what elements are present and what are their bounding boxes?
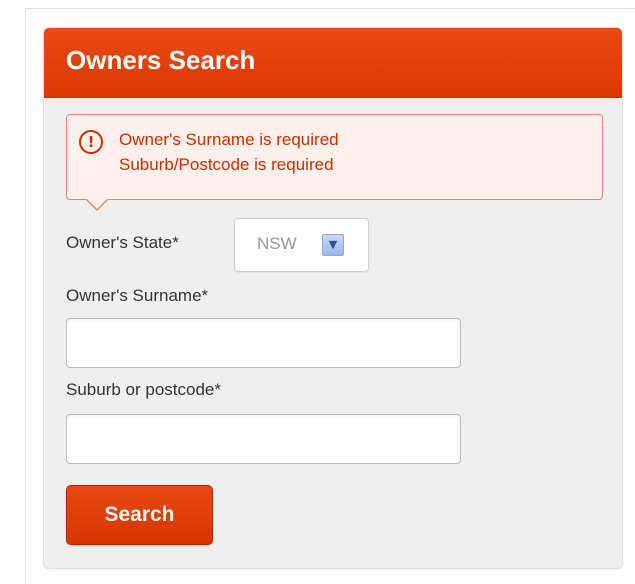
panel-header: Owners Search	[44, 28, 622, 98]
surname-label: Owner's Surname*	[66, 286, 209, 305]
error-summary: ! Owner's Surname is required Suburb/Pos…	[66, 114, 603, 211]
alert-circle-icon: !	[79, 130, 103, 154]
search-button[interactable]: Search	[66, 485, 213, 545]
surname-input[interactable]	[66, 318, 461, 368]
state-label: Owner's State*	[66, 233, 179, 252]
suburb-label: Suburb or postcode*	[66, 380, 221, 399]
state-selected-value: NSW	[257, 234, 297, 253]
error-surname-required: Owner's Surname is required	[119, 130, 339, 149]
state-select[interactable]: NSW ▼	[234, 218, 369, 272]
suburb-postcode-input[interactable]	[66, 414, 461, 464]
panel-title: Owners Search	[66, 45, 256, 75]
chevron-down-icon[interactable]: ▼	[322, 234, 344, 256]
owners-search-panel: Owners Search ! Owner's Surname is requi…	[43, 27, 623, 569]
error-suburb-required: Suburb/Postcode is required	[119, 155, 334, 174]
